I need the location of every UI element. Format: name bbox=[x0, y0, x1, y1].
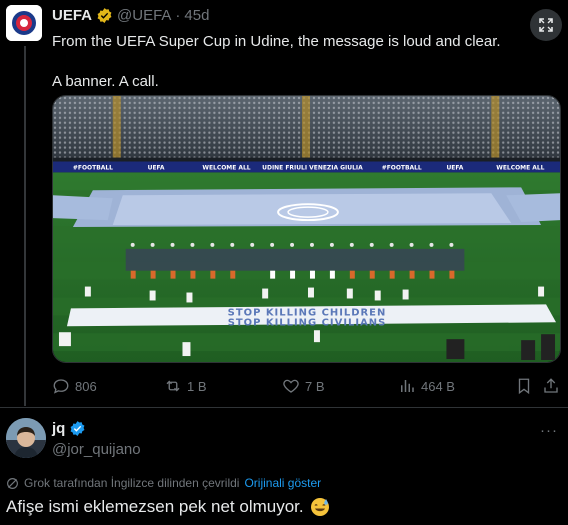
ad-board-text: UEFA bbox=[446, 164, 463, 171]
like-count: 7 B bbox=[305, 378, 325, 394]
translation-text: Grok tarafından İngilizce dilinden çevri… bbox=[24, 476, 240, 490]
grok-icon bbox=[7, 477, 18, 489]
tweet-text: From the UEFA Super Cup in Udine, the me… bbox=[52, 32, 542, 92]
reply-icon bbox=[53, 379, 69, 394]
ad-board-text: WELCOME ALL bbox=[496, 164, 544, 171]
author-name[interactable]: UEFA bbox=[52, 7, 92, 24]
ad-board-text: WELCOME ALL bbox=[202, 164, 250, 171]
repost-icon bbox=[166, 380, 180, 392]
banner-text-line-2: STOP KILLING CIVILIANS bbox=[228, 317, 387, 328]
repost-count: 1 B bbox=[187, 378, 207, 394]
expand-icon bbox=[539, 18, 553, 32]
more-options-icon[interactable]: ··· bbox=[540, 422, 558, 439]
ad-board-text: #FOOTBALL bbox=[382, 164, 422, 171]
uefa-avatar[interactable] bbox=[6, 5, 42, 41]
views-icon bbox=[401, 380, 414, 392]
views-button[interactable]: 464 B bbox=[398, 375, 455, 397]
reply-count: 806 bbox=[75, 378, 97, 394]
verified-blue-icon bbox=[69, 420, 86, 437]
reply-text: Afişe ismi eklemezsen pek net olmuyor. bbox=[6, 497, 330, 517]
share-icon bbox=[544, 378, 558, 393]
ad-board-text: UDINE FRIULI VENEZIA GIULIA bbox=[262, 164, 363, 171]
share-button[interactable] bbox=[542, 375, 560, 397]
separator-dot: · bbox=[175, 7, 181, 24]
reply-author-handle[interactable]: @jor_quijano bbox=[52, 441, 141, 458]
show-original-link[interactable]: Orijinali göster bbox=[244, 476, 321, 490]
tweet-actions: 806 1 B 7 B 464 B bbox=[52, 375, 561, 397]
tweet-text-line-1: From the UEFA Super Cup in Udine, the me… bbox=[52, 33, 501, 50]
views-count: 464 B bbox=[421, 378, 455, 394]
ad-board-text: UEFA bbox=[148, 164, 165, 171]
thread-line bbox=[24, 46, 26, 406]
tweet-text-line-2: A banner. A call. bbox=[52, 73, 159, 90]
repost-button[interactable]: 1 B bbox=[164, 375, 207, 397]
bookmark-icon bbox=[518, 378, 530, 395]
tweet-header: UEFA @UEFA · 45d bbox=[52, 7, 209, 24]
sweat-smile-emoji-icon bbox=[310, 497, 330, 517]
bookmark-button[interactable] bbox=[515, 375, 533, 397]
author-handle[interactable]: @UEFA bbox=[117, 7, 171, 24]
reply-button[interactable]: 806 bbox=[52, 375, 97, 397]
reply-author: jq bbox=[52, 420, 86, 437]
heart-icon bbox=[283, 379, 299, 393]
like-button[interactable]: 7 B bbox=[282, 375, 325, 397]
translation-note: Grok tarafından İngilizce dilinden çevri… bbox=[6, 476, 321, 490]
tweet-photo[interactable]: #FOOTBALL UEFA WELCOME ALL UDINE FRIULI … bbox=[52, 95, 561, 363]
reply-author-name[interactable]: jq bbox=[52, 420, 65, 437]
verified-gold-icon bbox=[96, 7, 113, 24]
divider bbox=[0, 407, 568, 408]
jq-avatar[interactable] bbox=[6, 418, 46, 458]
tweet-time[interactable]: 45d bbox=[184, 7, 209, 24]
ad-board-text: #FOOTBALL bbox=[73, 164, 113, 171]
reply-text-content: Afişe ismi eklemezsen pek net olmuyor. bbox=[6, 497, 304, 516]
